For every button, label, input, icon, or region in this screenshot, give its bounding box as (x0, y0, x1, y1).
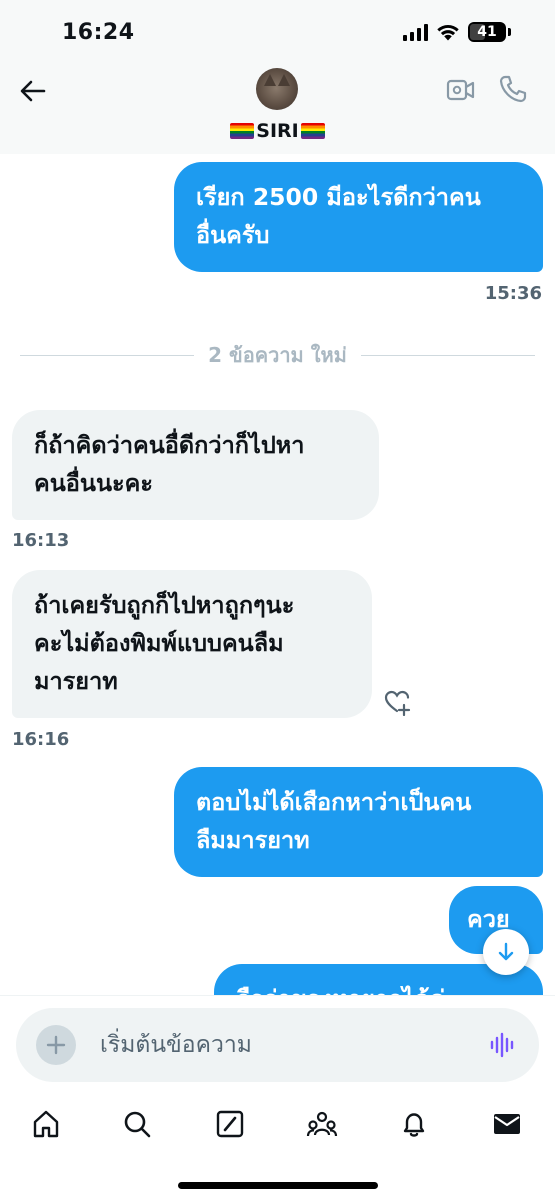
voice-waveform-icon (490, 1032, 514, 1058)
status-icons: 41 (403, 22, 511, 42)
message-bubble-sent[interactable]: เรียก 2500 มีอะไรดีกว่าคน อื่นครับ (174, 162, 543, 272)
tab-notifications[interactable] (398, 1108, 430, 1140)
message-line: ตอบไม่ได้เสือกหาว่าเป็นคน (196, 788, 472, 816)
conversation-header: SIRI (0, 62, 555, 154)
phone-icon (499, 75, 527, 103)
message-timestamp: 16:13 (12, 530, 70, 551)
message-line: ถ้าเคยรับถูกก็ไปหาถูกๆนะ (34, 591, 295, 619)
video-camera-icon (446, 79, 475, 101)
new-messages-divider: 2 ข้อความ ใหม่ (20, 340, 535, 370)
react-button[interactable] (384, 688, 412, 717)
arrow-left-icon (20, 80, 46, 102)
message-line: อื่นครับ (196, 221, 270, 249)
communities-icon (306, 1111, 338, 1137)
rainbow-flag-icon (300, 123, 325, 139)
tab-communities[interactable] (306, 1108, 338, 1140)
message-line: คนอื่นนะคะ (34, 469, 153, 497)
message-input[interactable] (100, 1026, 460, 1064)
notifications-icon (403, 1113, 425, 1137)
messages-icon (494, 1114, 520, 1134)
voice-message-button[interactable] (489, 1032, 517, 1058)
grok-icon (216, 1110, 244, 1138)
status-bar: 16:24 41 (0, 0, 555, 62)
message-line: ก็ถ้าคิดว่าคนอื่ดีกว่าก็ไปหา (34, 431, 305, 459)
message-bubble-sent[interactable]: ตอบไม่ได้เสือกหาว่าเป็นคน ลืมมารยาท (174, 767, 543, 877)
message-bubble-received[interactable]: ถ้าเคยรับถูกก็ไปหาถูกๆนะ คะไม่ต้องพิมพ์แ… (12, 570, 372, 718)
contact-name[interactable]: SIRI (0, 120, 555, 142)
battery-cap (508, 28, 511, 36)
message-timestamp: 15:36 (484, 283, 542, 304)
voice-call-button[interactable] (498, 74, 528, 104)
bottom-tab-bar (0, 1100, 555, 1156)
message-line: เรียก 2500 มีอะไรดีกว่าคน (196, 183, 481, 211)
home-indicator (178, 1182, 378, 1189)
message-line: ลืมมารยาท (196, 826, 310, 854)
add-media-button[interactable] (36, 1025, 76, 1065)
plus-icon (46, 1035, 66, 1055)
message-line: คะไม่ต้องพิมพ์แบบคนลืม (34, 629, 284, 657)
video-call-button[interactable] (446, 76, 476, 104)
tab-home[interactable] (30, 1108, 62, 1140)
back-button[interactable] (16, 74, 50, 108)
scroll-to-bottom-button[interactable] (483, 929, 529, 975)
message-line: มารยาท (34, 667, 118, 695)
search-icon (124, 1111, 151, 1138)
message-bubble-received[interactable]: ก็ถ้าคิดว่าคนอื่ดีกว่าก็ไปหา คนอื่นนะคะ (12, 410, 379, 520)
wifi-icon (437, 24, 459, 41)
tab-messages[interactable] (491, 1108, 523, 1140)
tab-search[interactable] (121, 1108, 153, 1140)
contact-avatar[interactable] (256, 68, 298, 110)
contact-name-text: SIRI (256, 120, 299, 142)
home-icon (33, 1110, 59, 1138)
battery-level: 41 (477, 24, 497, 40)
arrow-down-icon (498, 942, 514, 961)
new-messages-label: 2 ข้อความ ใหม่ (208, 343, 347, 367)
status-time: 16:24 (62, 20, 135, 45)
cellular-signal-icon (403, 23, 428, 41)
heart-plus-icon (384, 690, 411, 717)
message-timestamp: 16:16 (12, 729, 70, 750)
rainbow-flag-icon (230, 123, 255, 139)
message-composer (16, 1008, 539, 1082)
battery-icon: 41 (468, 22, 506, 42)
tab-grok[interactable] (214, 1108, 246, 1140)
